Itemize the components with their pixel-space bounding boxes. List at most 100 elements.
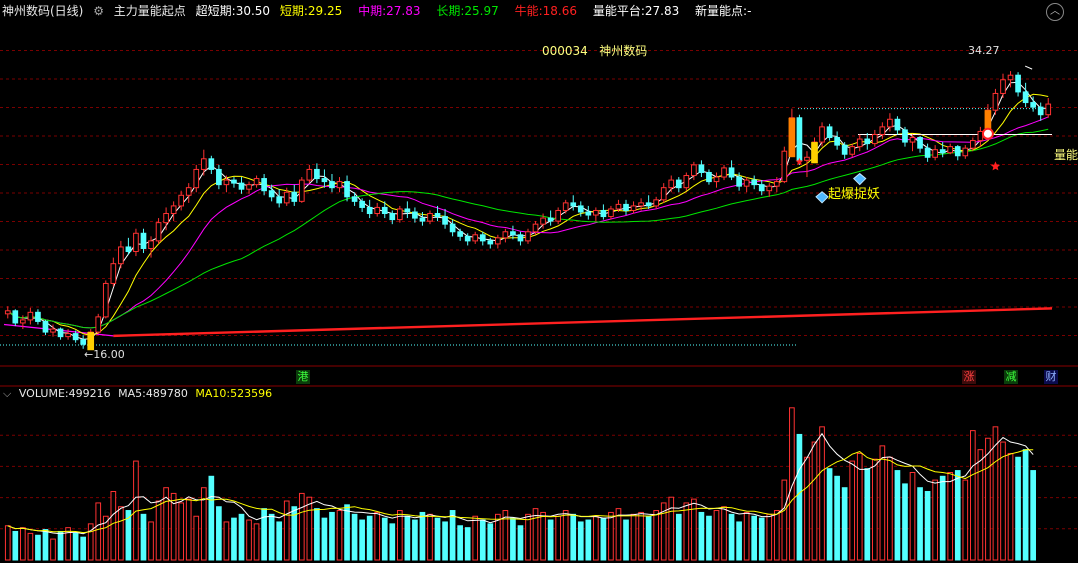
- volume-bar: [389, 523, 396, 561]
- indicator-name[interactable]: 主力量能起点: [114, 4, 186, 18]
- volume-bar: [751, 515, 758, 561]
- volume-bar: [781, 479, 788, 561]
- volume-bar: [50, 538, 56, 561]
- volume-bar: [577, 521, 584, 561]
- volume-bar: [593, 515, 599, 561]
- finance-tag[interactable]: 财: [1044, 370, 1058, 384]
- candle-body: [1022, 91, 1029, 104]
- platform-label: 量能平台:: [592, 4, 645, 18]
- candle-body: [419, 217, 426, 222]
- candle-body: [841, 144, 848, 155]
- low-price-value: 16.00: [93, 348, 125, 361]
- candle-body: [148, 240, 154, 249]
- volume-bar: [404, 515, 411, 561]
- stock-title[interactable]: 神州数码(日线): [2, 4, 83, 18]
- candle-body: [65, 333, 71, 338]
- candle-body: [276, 196, 283, 204]
- volume-value: 499216: [68, 387, 111, 400]
- candle-body: [427, 213, 433, 222]
- volume-header: ⌵ VOLUME:499216 MA5:489780 MA10:523596: [0, 384, 1078, 404]
- candle-body: [366, 206, 373, 215]
- volume-bar: [585, 519, 592, 561]
- candle-body: [200, 158, 207, 170]
- port-marker[interactable]: 港: [296, 370, 310, 384]
- candle-body: [170, 205, 177, 215]
- volume-menu-icon[interactable]: ⌵: [3, 387, 11, 400]
- candle-body: [140, 232, 147, 249]
- volume-bar: [185, 498, 192, 561]
- volume-bar: [216, 506, 222, 561]
- volume-bar: [298, 492, 305, 561]
- volume-bar: [314, 508, 320, 561]
- volume-bar: [306, 496, 313, 561]
- candle-body: [163, 213, 169, 224]
- candle-body: [223, 179, 230, 186]
- candle-body: [751, 179, 758, 186]
- candle-body: [298, 179, 305, 202]
- signal-bar: [811, 142, 818, 164]
- collapse-chevron-icon[interactable]: ︿: [1046, 3, 1064, 21]
- volume-bar: [321, 517, 328, 561]
- low-price-label: ←16.00: [84, 348, 125, 361]
- new-point-label: 新量能点:: [695, 4, 748, 18]
- reduce-tag[interactable]: 减: [1004, 370, 1018, 384]
- volume-bar: [819, 426, 825, 561]
- candle-body: [1015, 74, 1021, 93]
- volume-bar: [728, 513, 735, 561]
- volume-bar: [42, 529, 49, 561]
- candle-body: [962, 147, 969, 157]
- candle-body: [766, 185, 773, 192]
- candle-body: [185, 187, 192, 196]
- volume-bar: [789, 407, 795, 561]
- candle-body: [110, 263, 117, 284]
- target-marker: [981, 127, 994, 140]
- signal-bar: [788, 117, 796, 158]
- volume-bar: [525, 513, 531, 561]
- volume-bar: [691, 498, 697, 561]
- candle-body: [27, 311, 34, 321]
- candle-body: [615, 203, 622, 210]
- ultra-short-value: 30.50: [235, 4, 271, 18]
- candle-body: [374, 206, 381, 215]
- candle-body: [736, 176, 742, 187]
- candle-body: [125, 246, 132, 253]
- volume-bar: [924, 491, 931, 561]
- candle-body: [321, 178, 328, 183]
- candle-body: [932, 149, 938, 158]
- candle-body: [781, 150, 788, 183]
- candle-body: [555, 209, 561, 222]
- volume-bar: [366, 515, 373, 561]
- candle-body: [638, 202, 644, 207]
- candle-body: [849, 146, 856, 155]
- volume-bar: [344, 504, 350, 561]
- volume-bar: [826, 468, 833, 561]
- new-point-value: -: [747, 4, 752, 18]
- stock-code-label: 000034 神州数码: [542, 42, 647, 59]
- candle-body: [246, 184, 252, 190]
- volume-bar: [12, 530, 19, 561]
- candle-body: [442, 216, 448, 225]
- indicator-header: 神州数码(日线) ⚙ 主力量能起点 超短期:30.50 短期:29.25 中期:…: [0, 0, 1078, 22]
- volume-bar: [849, 460, 856, 561]
- volume-bar: [246, 519, 252, 561]
- volume-bar: [841, 487, 848, 561]
- volume-series: [4, 407, 1036, 561]
- stock-code: 000034: [542, 44, 588, 58]
- rise-tag[interactable]: 涨: [962, 370, 976, 384]
- volume-bar: [887, 456, 893, 561]
- price-grid: [0, 50, 1078, 387]
- candle-body: [834, 137, 840, 146]
- candle-body: [706, 171, 712, 183]
- volume-bar: [1007, 452, 1014, 561]
- volume-bar: [811, 441, 818, 561]
- volume-bar: [223, 521, 230, 561]
- volume-bar: [396, 510, 403, 561]
- candle-body: [947, 146, 954, 154]
- gear-icon[interactable]: ⚙: [93, 4, 104, 18]
- volume-bar: [683, 502, 690, 561]
- volume-bar: [20, 527, 26, 561]
- candle-body: [381, 206, 388, 215]
- volume-bar: [555, 515, 561, 561]
- volume-bar: [698, 511, 705, 561]
- short-label: 短期:: [279, 4, 308, 18]
